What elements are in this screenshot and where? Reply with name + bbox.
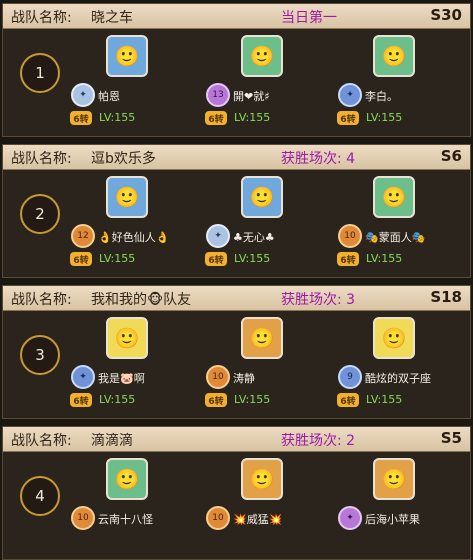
reincarnation-coin-icon: 6转 [205, 393, 227, 407]
member-slot[interactable]: 🙂 10 云南十八怪 [71, 458, 231, 554]
member-slot[interactable]: 🙂 ✦ 李白。 6转 LV:155 [337, 35, 473, 131]
player-level: LV:155 [99, 111, 136, 124]
player-level: LV:155 [234, 111, 271, 124]
player-level: LV:155 [366, 393, 403, 406]
team-name: 滴滴滴 [91, 433, 133, 449]
player-level: LV:155 [234, 393, 271, 406]
orange-rank-badge: 10 [338, 224, 362, 248]
reincarnation-coin-icon: 6转 [337, 111, 359, 125]
purple-rank-badge: ✦ [338, 506, 362, 530]
team-status: 获胜场次: 2 [281, 433, 356, 449]
player-name: 酷炫的双子座 [365, 372, 431, 385]
player-avatar[interactable]: 🙂 [241, 317, 283, 359]
player-level: LV:155 [366, 252, 403, 265]
orange-rank-badge: 10 [206, 365, 230, 389]
team-card: 战队名称: 晓之车 当日第一 S30 1 🙂 ✦ 帕恩 6转 LV:155 🙂 … [2, 3, 471, 137]
player-name: 開❤就♯ [233, 90, 270, 103]
orange-rank-badge: 10 [206, 506, 230, 530]
player-avatar[interactable]: 🙂 [106, 176, 148, 218]
purple-rank-badge: 13 [206, 83, 230, 107]
player-level: LV:155 [366, 111, 403, 124]
reincarnation-coin-icon: 6转 [337, 393, 359, 407]
player-avatar[interactable]: 🙂 [106, 317, 148, 359]
reincarnation-coin-icon: 6转 [205, 252, 227, 266]
player-avatar[interactable]: 🙂 [373, 176, 415, 218]
team-card: 战队名称: 滴滴滴 获胜场次: 2 S5 4 🙂 10 云南十八怪 🙂 10 💥… [2, 426, 471, 560]
team-status: 当日第一 [281, 10, 337, 26]
team-name: 晓之车 [91, 10, 133, 26]
reincarnation-coin-icon: 6转 [205, 111, 227, 125]
rank-number: 4 [20, 476, 60, 516]
team-label: 战队名称: [11, 292, 72, 308]
team-list: 战队名称: 晓之车 当日第一 S30 1 🙂 ✦ 帕恩 6转 LV:155 🙂 … [0, 0, 473, 560]
team-status: 获胜场次: 3 [281, 292, 356, 308]
server-label: S30 [430, 6, 462, 24]
rank-number: 2 [20, 194, 60, 234]
player-avatar[interactable]: 🙂 [241, 458, 283, 500]
team-header: 战队名称: 逗b欢乐多 获胜场次: 4 S6 [3, 145, 470, 170]
player-name: 帕恩 [98, 90, 120, 103]
player-name: 👌好色仙人👌 [98, 231, 170, 244]
team-header: 战队名称: 滴滴滴 获胜场次: 2 S5 [3, 427, 470, 452]
reincarnation-coin-icon: 6转 [70, 111, 92, 125]
team-card: 战队名称: 我和我的🐵队友 获胜场次: 3 S18 3 🙂 ✦ 我是🐷啊 6转 … [2, 285, 471, 419]
player-level: LV:155 [234, 252, 271, 265]
server-label: S5 [440, 429, 462, 447]
player-avatar[interactable]: 🙂 [106, 458, 148, 500]
team-label: 战队名称: [11, 10, 72, 26]
player-name: 🎭蒙面人🎭 [365, 231, 426, 244]
server-label: S18 [430, 288, 462, 306]
player-level: LV:155 [99, 252, 136, 265]
team-header: 战队名称: 我和我的🐵队友 获胜场次: 3 S18 [3, 286, 470, 311]
team-label: 战队名称: [11, 433, 72, 449]
player-avatar[interactable]: 🙂 [373, 317, 415, 359]
orange-rank-badge: 10 [71, 506, 95, 530]
player-name: ♣无心♣ [233, 231, 275, 244]
player-name: 云南十八怪 [98, 513, 153, 526]
blue-rank-badge: ✦ [338, 83, 362, 107]
player-avatar[interactable]: 🙂 [373, 35, 415, 77]
team-name: 我和我的🐵队友 [91, 292, 192, 308]
silver-rank-badge: ✦ [206, 224, 230, 248]
player-avatar[interactable]: 🙂 [106, 35, 148, 77]
team-card: 战队名称: 逗b欢乐多 获胜场次: 4 S6 2 🙂 12 👌好色仙人👌 6转 … [2, 144, 471, 278]
server-label: S6 [440, 147, 462, 165]
player-avatar[interactable]: 🙂 [373, 458, 415, 500]
member-slot[interactable]: 🙂 ✦ 后海小苹果 [338, 458, 473, 554]
player-name: 后海小苹果 [365, 513, 420, 526]
blue-rank-badge: 9 [338, 365, 362, 389]
team-name: 逗b欢乐多 [91, 151, 156, 167]
player-name: 李白。 [365, 90, 398, 103]
reincarnation-coin-icon: 6转 [337, 252, 359, 266]
team-header: 战队名称: 晓之车 当日第一 S30 [3, 4, 470, 29]
team-status: 获胜场次: 4 [281, 151, 356, 167]
member-slot[interactable]: 🙂 9 酷炫的双子座 6转 LV:155 [337, 317, 473, 413]
player-avatar[interactable]: 🙂 [241, 176, 283, 218]
member-slot[interactable]: 🙂 10 🎭蒙面人🎭 6转 LV:155 [337, 176, 473, 272]
reincarnation-coin-icon: 6转 [70, 252, 92, 266]
player-name: 涛静 [233, 372, 255, 385]
rank-number: 1 [20, 53, 60, 93]
player-level: LV:155 [99, 393, 136, 406]
orange-rank-badge: 12 [71, 224, 95, 248]
silver-rank-badge: ✦ [71, 83, 95, 107]
player-avatar[interactable]: 🙂 [241, 35, 283, 77]
team-label: 战队名称: [11, 151, 72, 167]
rank-number: 3 [20, 335, 60, 375]
player-name: 我是🐷啊 [98, 372, 145, 385]
player-name: 💥威猛💥 [233, 513, 283, 526]
reincarnation-coin-icon: 6转 [70, 393, 92, 407]
blue-rank-badge: ✦ [71, 365, 95, 389]
